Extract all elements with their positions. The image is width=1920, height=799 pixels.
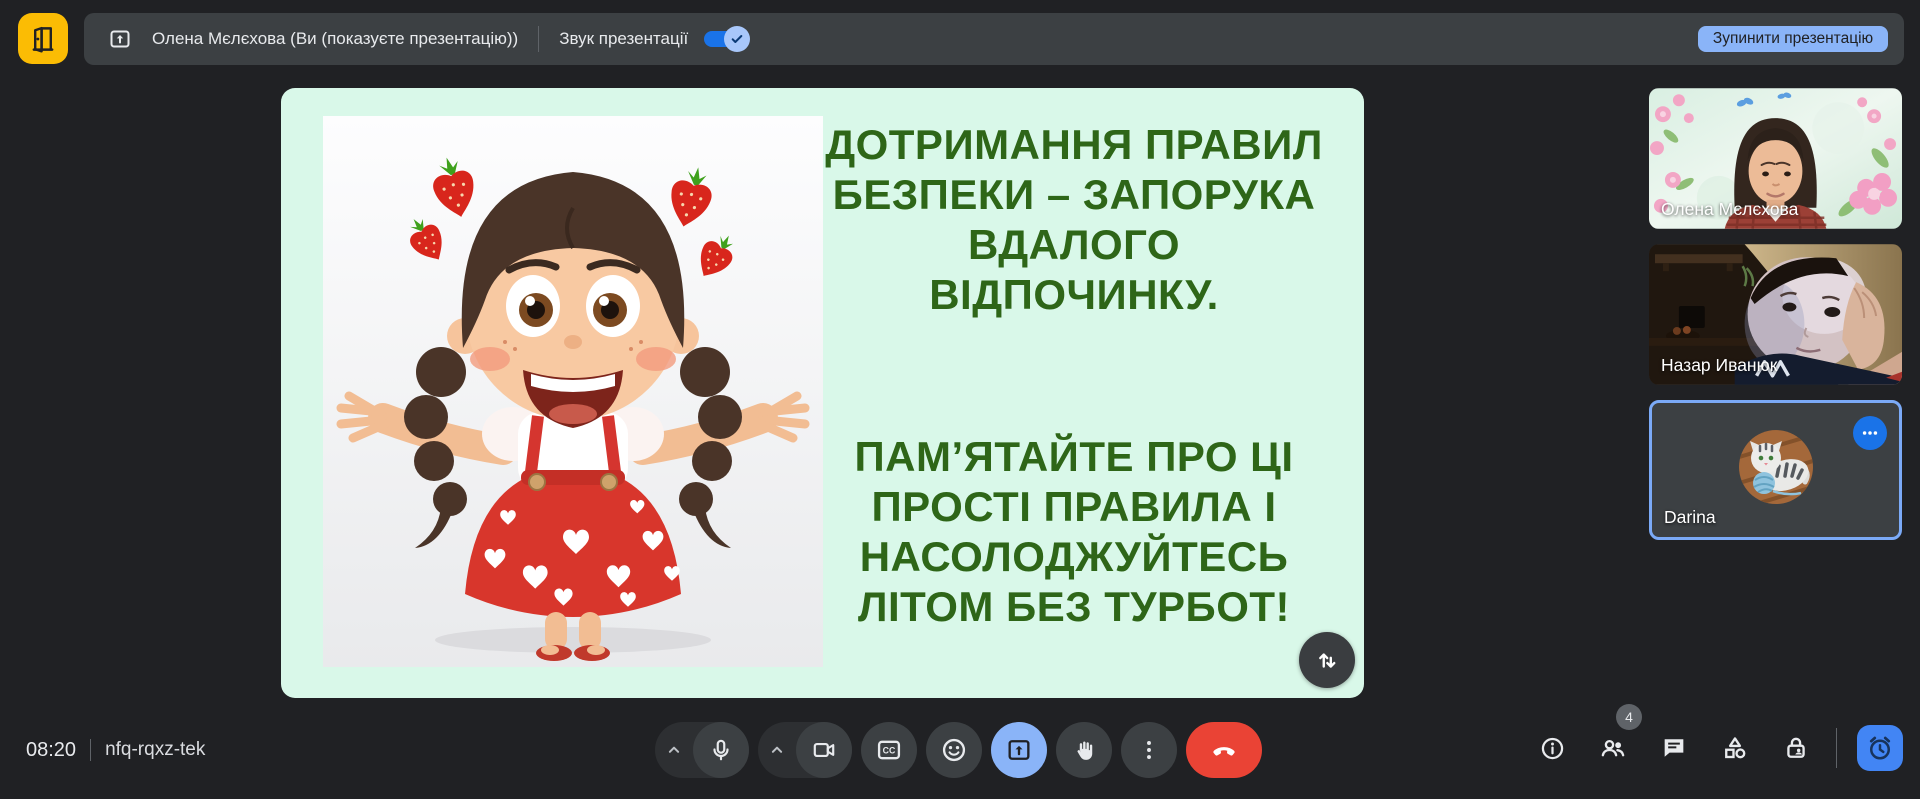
- presentation-audio-toggle[interactable]: [704, 29, 750, 49]
- end-call-icon: [1210, 736, 1238, 764]
- stop-presentation-button[interactable]: Зупинити презентацію: [1698, 26, 1888, 53]
- alarm-clock-icon: [1865, 733, 1895, 763]
- captions-button[interactable]: CC: [861, 722, 917, 778]
- participant-tile-olena[interactable]: Олена Мєлєхова: [1649, 88, 1902, 229]
- captions-icon: CC: [875, 736, 903, 764]
- presentation-banner: Олена Мєлєхова (Ви (показуєте презентаці…: [84, 13, 1904, 65]
- participant-tile-nazar[interactable]: Назар Иванюк: [1649, 244, 1902, 385]
- presenter-label: Олена Мєлєхова (Ви (показуєте презентаці…: [152, 29, 518, 49]
- camera-button[interactable]: [796, 722, 852, 778]
- panel-controls: 4: [1528, 724, 1903, 772]
- microphone-icon: [708, 737, 734, 763]
- activities-button[interactable]: [1711, 724, 1759, 772]
- divider: [538, 26, 539, 52]
- slide-photo: [323, 116, 823, 667]
- info-icon: [1539, 735, 1566, 762]
- chevron-up-icon: [766, 739, 788, 761]
- check-icon: [729, 31, 745, 47]
- people-icon: [1599, 734, 1627, 762]
- participant-count-badge: 4: [1616, 704, 1642, 730]
- svg-text:CC: CC: [883, 746, 896, 756]
- end-call-button[interactable]: [1186, 722, 1262, 778]
- presenting-icon: [106, 27, 134, 51]
- participant-name: Darina: [1664, 507, 1716, 528]
- avatar: [1739, 430, 1813, 504]
- tile-more-options-button[interactable]: [1853, 416, 1887, 450]
- chevron-up-icon: [663, 739, 685, 761]
- microphone-group: [655, 722, 749, 778]
- meeting-info: 08:20 nfq-rqxz-tek: [26, 736, 205, 764]
- activities-shapes-icon: [1721, 734, 1749, 762]
- host-lock-icon: [1782, 734, 1810, 762]
- meeting-code: nfq-rqxz-tek: [105, 739, 205, 761]
- cartoon-girl-illustration: [323, 116, 823, 667]
- clock-time: 08:20: [26, 739, 76, 762]
- chat-button[interactable]: [1650, 724, 1698, 772]
- slide-body-text: ПАМ’ЯТАЙТЕ ПРО ЦІ ПРОСТІ ПРАВИЛА І НАСОЛ…: [793, 432, 1355, 632]
- participant-tile-darina[interactable]: Darina: [1649, 400, 1902, 540]
- chat-icon: [1660, 734, 1688, 762]
- raised-hand-icon: [1071, 737, 1097, 763]
- divider: [90, 739, 91, 761]
- toggle-thumb: [724, 26, 750, 52]
- divider: [1836, 728, 1837, 768]
- presentation-audio-label: Звук презентації: [559, 29, 688, 49]
- participant-name: Олена Мєлєхова: [1661, 199, 1798, 220]
- slide-text-column: ДОТРИМАННЯ ПРАВИЛ БЕЗПЕКИ – ЗАПОРУКА ВДА…: [793, 88, 1355, 698]
- raise-hand-button[interactable]: [1056, 722, 1112, 778]
- more-horizontal-icon: [1860, 423, 1880, 443]
- door-extension-button[interactable]: [18, 13, 68, 64]
- more-vertical-icon: [1136, 737, 1162, 763]
- audio-settings-button[interactable]: [655, 739, 693, 761]
- presented-slide: ДОТРИМАННЯ ПРАВИЛ БЕЗПЕКИ – ЗАПОРУКА ВДА…: [281, 88, 1364, 698]
- reactions-button[interactable]: [926, 722, 982, 778]
- call-controls: CC: [655, 721, 1262, 779]
- timer-extension-button[interactable]: [1857, 725, 1903, 771]
- host-controls-button[interactable]: [1772, 724, 1820, 772]
- present-screen-icon: [1005, 736, 1033, 764]
- smiley-icon: [940, 736, 968, 764]
- more-options-button[interactable]: [1121, 722, 1177, 778]
- participant-name: Назар Иванюк: [1661, 355, 1777, 376]
- present-button[interactable]: [991, 722, 1047, 778]
- video-settings-button[interactable]: [758, 739, 796, 761]
- google-meet-window: Олена Мєлєхова (Ви (показуєте презентаці…: [0, 0, 1920, 799]
- camera-group: [758, 722, 852, 778]
- swap-vertical-icon: [1314, 647, 1340, 673]
- people-button[interactable]: 4: [1589, 724, 1637, 772]
- cat-avatar-image: [1739, 430, 1813, 504]
- microphone-button[interactable]: [693, 722, 749, 778]
- video-camera-icon: [811, 737, 837, 763]
- door-icon: [26, 22, 60, 56]
- slide-title: ДОТРИМАННЯ ПРАВИЛ БЕЗПЕКИ – ЗАПОРУКА ВДА…: [793, 120, 1355, 320]
- meeting-details-button[interactable]: [1528, 724, 1576, 772]
- reposition-arrows-button[interactable]: [1299, 632, 1355, 688]
